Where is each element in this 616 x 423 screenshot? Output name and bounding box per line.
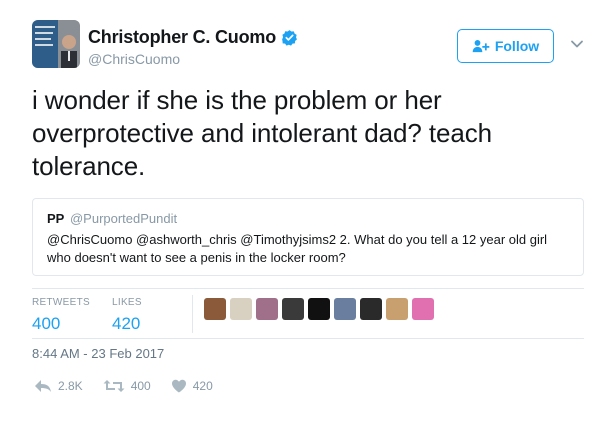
likes-stat[interactable]: LIKES 420 bbox=[112, 297, 142, 334]
likes-label: LIKES bbox=[112, 297, 142, 308]
chevron-down-icon[interactable] bbox=[570, 39, 584, 49]
tweet-actions: 2.8K 400 420 bbox=[34, 379, 233, 393]
liker-avatar[interactable] bbox=[386, 298, 408, 320]
liker-avatar[interactable] bbox=[308, 298, 330, 320]
retweet-icon bbox=[103, 380, 125, 392]
author-avatar[interactable] bbox=[32, 20, 80, 68]
liker-avatar[interactable] bbox=[230, 298, 252, 320]
profile-photo bbox=[32, 20, 80, 68]
tweet-text: i wonder if she is the problem or her ov… bbox=[32, 85, 492, 181]
author-handle[interactable]: @ChrisCuomo bbox=[88, 51, 298, 67]
quoted-author-name: PP bbox=[47, 211, 65, 226]
reply-action[interactable]: 2.8K bbox=[34, 379, 83, 393]
add-user-icon bbox=[472, 40, 490, 53]
quoted-tweet-header: PP @PurportedPundit bbox=[47, 211, 569, 226]
reply-count: 2.8K bbox=[58, 379, 83, 393]
likes-count: 420 bbox=[112, 314, 141, 333]
liker-avatar[interactable] bbox=[412, 298, 434, 320]
author-name[interactable]: Christopher C. Cuomo bbox=[88, 27, 276, 48]
quoted-tweet[interactable]: PP @PurportedPundit @ChrisCuomo @ashwort… bbox=[32, 198, 584, 276]
retweets-stat[interactable]: RETWEETS 400 bbox=[32, 297, 90, 334]
retweet-action[interactable]: 400 bbox=[103, 379, 151, 393]
quoted-author-handle: @PurportedPundit bbox=[69, 211, 178, 226]
liker-avatar[interactable] bbox=[282, 298, 304, 320]
liker-avatar[interactable] bbox=[360, 298, 382, 320]
heart-icon bbox=[171, 379, 186, 393]
like-count: 420 bbox=[192, 379, 213, 393]
retweets-label: RETWEETS bbox=[32, 297, 90, 308]
stats-separator bbox=[192, 295, 193, 333]
liker-avatar[interactable] bbox=[204, 298, 226, 320]
author-header: Christopher C. Cuomo @ChrisCuomo bbox=[88, 27, 298, 67]
reply-icon bbox=[35, 380, 51, 392]
liker-avatar[interactable] bbox=[256, 298, 278, 320]
follow-button[interactable]: Follow bbox=[457, 29, 554, 63]
verified-badge-icon bbox=[282, 30, 297, 46]
retweets-count: 400 bbox=[32, 314, 61, 333]
tweet-timestamp[interactable]: 8:44 AM - 23 Feb 2017 bbox=[32, 346, 164, 361]
liker-avatars bbox=[204, 298, 434, 320]
quoted-tweet-text: @ChrisCuomo @ashworth_chris @Timothyjsim… bbox=[47, 232, 548, 265]
divider bbox=[32, 338, 584, 339]
liker-avatar[interactable] bbox=[334, 298, 356, 320]
divider bbox=[32, 288, 584, 289]
follow-button-label: Follow bbox=[494, 38, 540, 54]
like-action[interactable]: 420 bbox=[171, 379, 213, 393]
retweet-count: 400 bbox=[130, 379, 151, 393]
